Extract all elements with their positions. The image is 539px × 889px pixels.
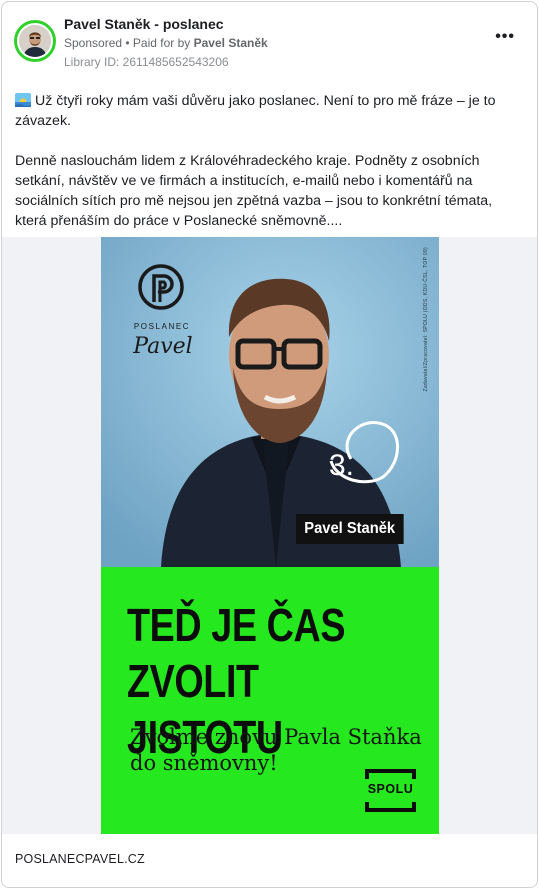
logo-name: Pavel: [133, 334, 193, 359]
poslanec-logo-icon: [138, 264, 184, 310]
link-footer[interactable]: POSLANECPAVEL.CZ: [2, 834, 537, 887]
sunrise-emoji-icon: [15, 93, 31, 107]
post-paragraph-1: Už čtyři roky mám vaši důvěru jako posla…: [15, 91, 525, 131]
poster-disclaimer: Zadavatel/Zpracovatel: SPOLU (ODS, KDU-Č…: [423, 247, 429, 392]
page-name[interactable]: Pavel Staněk - poslanec: [64, 16, 224, 32]
candidate-photo: POSLANEC Pavel 3. Pavel Staněk Zadavatel…: [101, 237, 439, 567]
library-id: Library ID: 2611485652543206: [64, 55, 229, 69]
slogan-panel: TEĎ JE ČAS ZVOLIT JISTOTU Zvolme znovu P…: [101, 567, 439, 834]
more-options-icon[interactable]: •••: [495, 28, 515, 46]
spolu-logo-text: SPOLU: [367, 782, 414, 796]
ad-card: Pavel Staněk - poslanec Sponsored • Paid…: [1, 1, 538, 888]
ad-media[interactable]: POSLANEC Pavel 3. Pavel Staněk Zadavatel…: [2, 237, 537, 834]
subline-line-1: Zvolme znovu Pavla Staňka: [130, 725, 422, 749]
sponsored-label: Sponsored: [64, 36, 123, 50]
campaign-poster[interactable]: POSLANEC Pavel 3. Pavel Staněk Zadavatel…: [101, 237, 439, 834]
candidate-number: 3.: [329, 449, 355, 482]
candidate-name-tag: Pavel Staněk: [296, 514, 404, 544]
page-avatar[interactable]: [14, 20, 56, 62]
logo-caption: POSLANEC: [133, 322, 191, 331]
paid-for-name[interactable]: Pavel Staněk: [194, 36, 268, 50]
spolu-logo-icon: SPOLU: [365, 769, 416, 812]
paid-for-prefix: • Paid for by: [122, 36, 194, 50]
post-paragraph-2: Denně naslouchám lidem z Královéhradecké…: [15, 153, 493, 229]
post-paragraph-1-text: Už čtyři roky mám vaši důvěru jako posla…: [15, 93, 496, 129]
headline-line-1: TEĎ JE ČAS: [127, 599, 346, 651]
post-text: Už čtyři roky mám vaši důvěru jako posla…: [15, 91, 525, 231]
avatar-photo: [19, 25, 51, 57]
sponsored-line: Sponsored • Paid for by Pavel Staněk: [64, 36, 268, 50]
post-header: Pavel Staněk - poslanec Sponsored • Paid…: [2, 2, 537, 82]
link-domain[interactable]: POSLANECPAVEL.CZ: [15, 852, 145, 866]
